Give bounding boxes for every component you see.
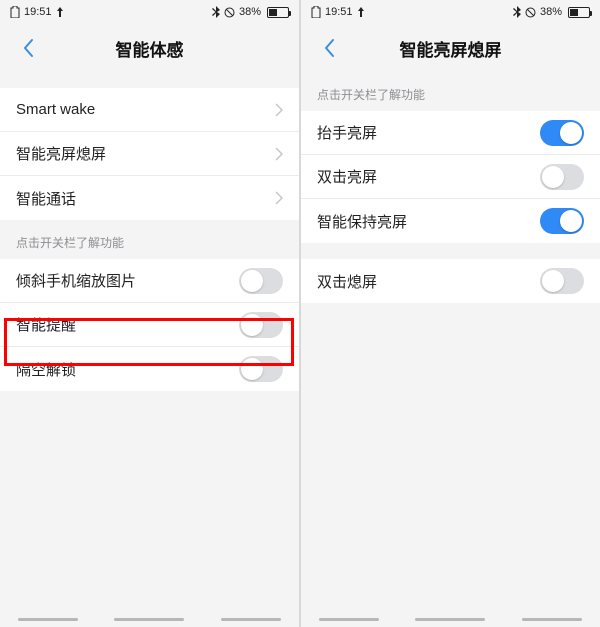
row-label: 智能通话	[16, 188, 76, 209]
toggle-group-b: 双击熄屏	[301, 259, 600, 303]
back-button[interactable]	[309, 24, 349, 72]
row-label: 双击亮屏	[317, 166, 377, 187]
battery-icon	[267, 7, 289, 18]
nav-row-smart-call[interactable]: 智能通话	[0, 176, 299, 220]
back-button[interactable]	[8, 24, 48, 72]
toggle-switch[interactable]	[239, 356, 283, 382]
toggle-switch[interactable]	[540, 268, 584, 294]
toggle-switch[interactable]	[540, 120, 584, 146]
status-time: 19:51	[325, 6, 353, 18]
header: 智能体感	[0, 24, 299, 72]
row-label: Smart wake	[16, 101, 95, 118]
chevron-right-icon	[275, 191, 283, 205]
nav-home[interactable]	[114, 618, 184, 621]
row-label: 倾斜手机缩放图片	[16, 270, 136, 291]
group-header: 点击开关栏了解功能	[301, 72, 600, 111]
dnd-icon	[224, 7, 235, 18]
toggle-row-keep-screen-on[interactable]: 智能保持亮屏	[301, 199, 600, 243]
bluetooth-icon	[212, 6, 220, 18]
toggle-group-a: 抬手亮屏 双击亮屏 智能保持亮屏	[301, 111, 600, 243]
row-label: 智能保持亮屏	[317, 211, 407, 232]
upload-icon	[357, 7, 365, 17]
toggle-group: 倾斜手机缩放图片 智能提醒 隔空解锁	[0, 259, 299, 391]
toggle-row-tilt-zoom[interactable]: 倾斜手机缩放图片	[0, 259, 299, 303]
toggle-row-double-tap-wake[interactable]: 双击亮屏	[301, 155, 600, 199]
nav-row-smart-screen[interactable]: 智能亮屏熄屏	[0, 132, 299, 176]
row-label: 双击熄屏	[317, 271, 377, 292]
row-label: 隔空解锁	[16, 359, 76, 380]
nav-row-smart-wake[interactable]: Smart wake	[0, 88, 299, 132]
status-bar: 19:51 38%	[301, 0, 600, 24]
header: 智能亮屏熄屏	[301, 24, 600, 72]
nav-recent[interactable]	[522, 618, 582, 621]
phone-right: 19:51 38% 智能亮屏熄屏 点击开关栏了解功能 抬手亮屏	[301, 0, 600, 627]
nav-back[interactable]	[18, 618, 78, 621]
toggle-row-double-tap-off[interactable]: 双击熄屏	[301, 259, 600, 303]
nav-group: Smart wake 智能亮屏熄屏 智能通话	[0, 88, 299, 220]
status-time: 19:51	[24, 6, 52, 18]
content: Smart wake 智能亮屏熄屏 智能通话 点击开关栏了解功能	[0, 72, 299, 591]
upload-icon	[56, 7, 64, 17]
phone-left: 19:51 38% 智能体感 Smart wake	[0, 0, 299, 627]
toggle-switch[interactable]	[540, 208, 584, 234]
group-header: 点击开关栏了解功能	[0, 220, 299, 259]
page-title: 智能亮屏熄屏	[400, 36, 502, 61]
status-bar: 19:51 38%	[0, 0, 299, 24]
row-label: 抬手亮屏	[317, 122, 377, 143]
toggle-switch[interactable]	[540, 164, 584, 190]
toggle-switch[interactable]	[239, 312, 283, 338]
nav-home[interactable]	[415, 618, 485, 621]
toggle-row-smart-remind[interactable]: 智能提醒	[0, 303, 299, 347]
battery-charging-icon	[10, 6, 20, 18]
bluetooth-icon	[513, 6, 521, 18]
row-label: 智能提醒	[16, 314, 76, 335]
battery-percent: 38%	[239, 6, 261, 18]
toggle-row-raise-to-wake[interactable]: 抬手亮屏	[301, 111, 600, 155]
content: 点击开关栏了解功能 抬手亮屏 双击亮屏 智能保持亮屏 双击熄屏	[301, 72, 600, 591]
dnd-icon	[525, 7, 536, 18]
row-label: 智能亮屏熄屏	[16, 143, 106, 164]
nav-bar	[0, 591, 299, 627]
nav-recent[interactable]	[221, 618, 281, 621]
page-title: 智能体感	[116, 36, 184, 61]
toggle-row-air-unlock[interactable]: 隔空解锁	[0, 347, 299, 391]
toggle-switch[interactable]	[239, 268, 283, 294]
battery-icon	[568, 7, 590, 18]
nav-back[interactable]	[319, 618, 379, 621]
chevron-right-icon	[275, 103, 283, 117]
battery-charging-icon	[311, 6, 321, 18]
chevron-right-icon	[275, 147, 283, 161]
battery-percent: 38%	[540, 6, 562, 18]
nav-bar	[301, 591, 600, 627]
